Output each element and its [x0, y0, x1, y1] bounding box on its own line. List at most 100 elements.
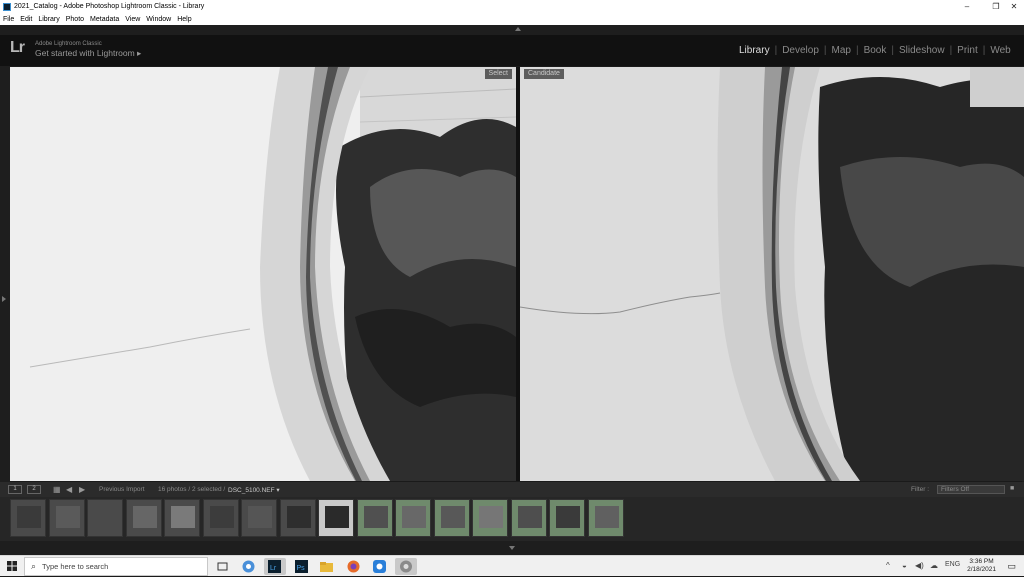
filmstrip-thumbnail[interactable] — [125, 499, 162, 537]
browser-icon[interactable] — [395, 558, 417, 575]
menu-metadata[interactable]: Metadata — [90, 16, 119, 23]
task-view-icon[interactable] — [214, 558, 231, 575]
thumbnail-image — [55, 506, 80, 528]
thumbnail-image — [402, 506, 426, 528]
taskbar-search-box[interactable]: ⌕ Type here to search — [24, 557, 208, 576]
filmstrip-thumbnail[interactable] — [241, 499, 277, 537]
window-titlebar: 2021_Catalog - Adobe Photoshop Lightroom… — [0, 0, 1024, 13]
svg-text:Lr: Lr — [270, 565, 277, 572]
clock-date: 2/18/2021 — [967, 566, 996, 573]
thumbnail-image — [286, 506, 311, 528]
chevron-right-icon — [2, 296, 6, 302]
brand-label: Adobe Lightroom Classic — [35, 41, 102, 47]
filmstrip-thumbnail[interactable] — [549, 499, 585, 537]
thumbnail-image — [440, 506, 465, 528]
filmstrip-thumbnail[interactable] — [587, 499, 624, 537]
filter-dropdown[interactable]: Filters Off — [937, 485, 1005, 494]
thumbnail-image — [556, 506, 580, 528]
thumbnail-image — [517, 506, 542, 528]
filmstrip-thumbnail[interactable] — [433, 499, 470, 537]
filmstrip-thumbnail[interactable] — [87, 499, 123, 537]
menu-library[interactable]: Library — [38, 16, 59, 23]
main-window-button[interactable]: 1 — [8, 485, 22, 494]
candidate-photo-pane[interactable]: Candidate — [520, 67, 1024, 481]
taskbar-clock[interactable]: 3:36 PM 2/18/2021 — [967, 558, 996, 574]
search-placeholder: Type here to search — [42, 562, 109, 571]
photoshop-taskbar-icon[interactable]: Ps — [293, 558, 310, 575]
filmstrip-thumbnail[interactable] — [10, 499, 46, 537]
chevron-up-icon — [515, 27, 521, 31]
menu-edit[interactable]: Edit — [20, 16, 32, 23]
module-library[interactable]: Library — [734, 45, 775, 56]
current-filename[interactable]: DSC_5100.NEF ▾ — [228, 486, 280, 494]
windows-start-icon[interactable] — [7, 561, 17, 571]
file-explorer-icon[interactable] — [318, 558, 335, 575]
candidate-label: Candidate — [524, 69, 564, 79]
filmstrip — [0, 497, 1024, 541]
candidate-photo — [520, 67, 1024, 481]
search-icon: ⌕ — [31, 561, 37, 571]
select-label: Select — [484, 69, 512, 79]
thumbnail-image — [479, 506, 503, 528]
filmstrip-thumbnail[interactable] — [510, 499, 547, 537]
forward-arrow-icon[interactable]: ▶ — [79, 485, 85, 494]
lock-icon[interactable]: ■ — [1010, 485, 1014, 492]
thumbnail-image — [325, 506, 349, 528]
windows-taskbar: ⌕ Type here to search Lr Ps ^ ◒ ◀) ☁ ENG… — [0, 555, 1024, 576]
filmstrip-thumbnail[interactable] — [48, 499, 85, 537]
filmstrip-thumbnail[interactable] — [318, 499, 354, 537]
module-map[interactable]: Map — [827, 45, 856, 56]
menu-help[interactable]: Help — [177, 16, 191, 23]
window-title: 2021_Catalog - Adobe Photoshop Lightroom… — [14, 3, 205, 10]
module-slideshow[interactable]: Slideshow — [894, 45, 950, 56]
module-web[interactable]: Web — [985, 45, 1015, 56]
firefox-icon[interactable] — [345, 558, 362, 575]
module-print[interactable]: Print — [952, 45, 983, 56]
get-started-link[interactable]: Get started with Lightroom ▸ — [35, 48, 141, 59]
back-arrow-icon[interactable]: ◀ — [66, 485, 72, 494]
app-icon[interactable] — [371, 558, 388, 575]
minimize-button[interactable]: – — [953, 0, 981, 13]
clock-time: 3:36 PM — [969, 558, 994, 565]
language-indicator[interactable]: ENG — [945, 561, 960, 568]
close-button[interactable]: ✕ — [1004, 0, 1024, 13]
top-panel-toggle[interactable] — [0, 25, 1024, 35]
thumbnail-image — [209, 506, 234, 528]
thumbnail-image — [248, 506, 272, 528]
second-window-button[interactable]: 2 — [27, 485, 41, 494]
thumbnail-image — [17, 506, 41, 528]
chevron-down-icon — [509, 546, 515, 550]
thumbnail-image — [132, 506, 157, 528]
notification-icon[interactable]: ▭ — [1007, 561, 1016, 572]
volume-icon[interactable]: ◀) — [915, 561, 924, 570]
select-photo — [10, 67, 516, 481]
cloud-icon[interactable]: ☁ — [930, 561, 938, 570]
thumbnail-image — [171, 506, 195, 528]
module-book[interactable]: Book — [859, 45, 892, 56]
menu-window[interactable]: Window — [146, 16, 171, 23]
filmstrip-toolbar: 1 2 ▦ ◀ ▶ Previous Import 16 photos / 2 … — [0, 482, 1024, 497]
tray-overflow-icon[interactable]: ^ — [886, 561, 890, 570]
lightroom-taskbar-icon[interactable]: Lr — [264, 558, 286, 575]
lightroom-app-icon — [3, 2, 11, 11]
filmstrip-thumbnail[interactable] — [472, 499, 508, 537]
filmstrip-thumbnail[interactable] — [202, 499, 239, 537]
network-icon[interactable]: ◒ — [902, 561, 907, 570]
filmstrip-thumbnail[interactable] — [279, 499, 316, 537]
source-label[interactable]: Previous Import — [99, 486, 145, 493]
menu-view[interactable]: View — [125, 16, 140, 23]
thumbnail-image — [363, 506, 388, 528]
menu-photo[interactable]: Photo — [66, 16, 84, 23]
left-panel-toggle[interactable] — [0, 66, 10, 482]
grid-icon[interactable]: ▦ — [53, 485, 61, 494]
filmstrip-thumbnail[interactable] — [356, 499, 393, 537]
bottom-panel-toggle[interactable] — [0, 541, 1024, 555]
module-develop[interactable]: Develop — [777, 45, 824, 56]
chrome-icon[interactable] — [240, 558, 257, 575]
filmstrip-thumbnail[interactable] — [164, 499, 200, 537]
filmstrip-thumbnail[interactable] — [395, 499, 431, 537]
select-photo-pane[interactable]: Select — [10, 67, 516, 481]
menu-bar: File Edit Library Photo Metadata View Wi… — [0, 13, 1024, 25]
menu-file[interactable]: File — [3, 16, 14, 23]
identity-plate: Lr Adobe Lightroom Classic Get started w… — [0, 35, 1024, 66]
